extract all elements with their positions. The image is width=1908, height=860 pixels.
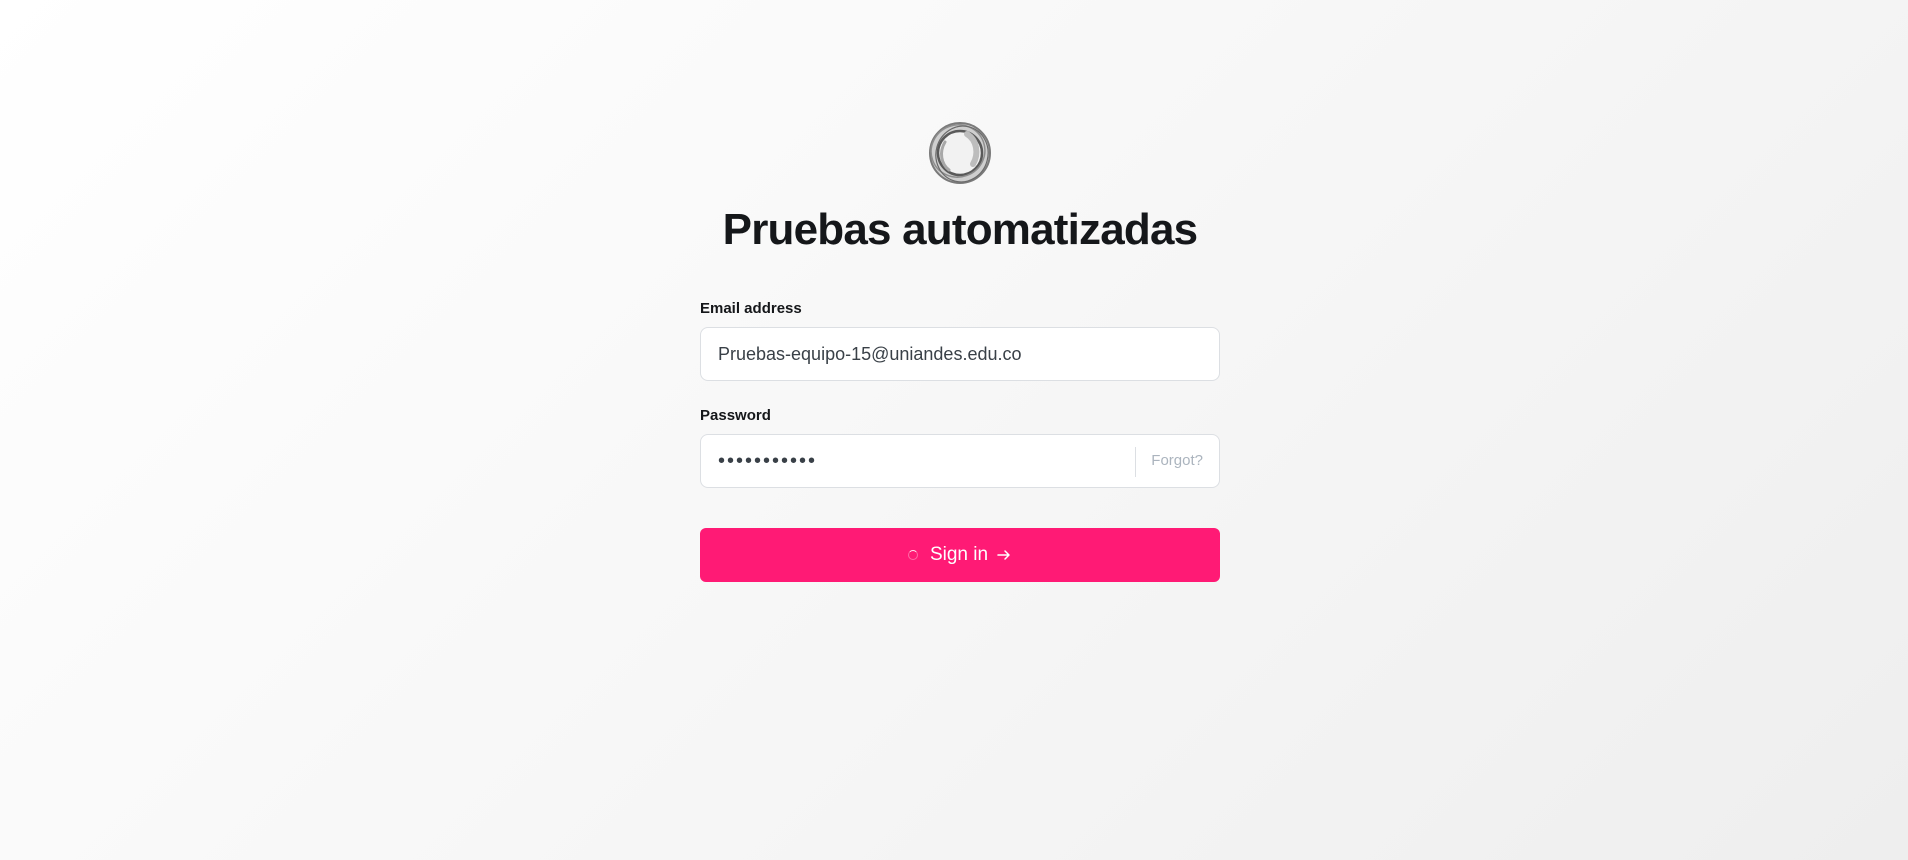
spinner-icon — [907, 550, 918, 560]
password-field-container: Forgot? — [700, 434, 1220, 488]
page-title: Pruebas automatizadas — [722, 205, 1199, 254]
password-label: Password — [700, 407, 771, 424]
password-divider — [1135, 447, 1136, 477]
email-field-container — [700, 327, 1220, 381]
email-label: Email address — [700, 300, 802, 317]
sign-in-button[interactable]: Sign in — [700, 528, 1220, 582]
password-field[interactable] — [701, 435, 1131, 487]
forgot-password-link[interactable]: Forgot? — [1151, 435, 1203, 487]
sign-in-label: Sign in — [929, 544, 989, 565]
arrow-right-icon — [997, 550, 1010, 560]
site-logo-icon — [929, 122, 991, 184]
email-field[interactable] — [701, 328, 1219, 380]
